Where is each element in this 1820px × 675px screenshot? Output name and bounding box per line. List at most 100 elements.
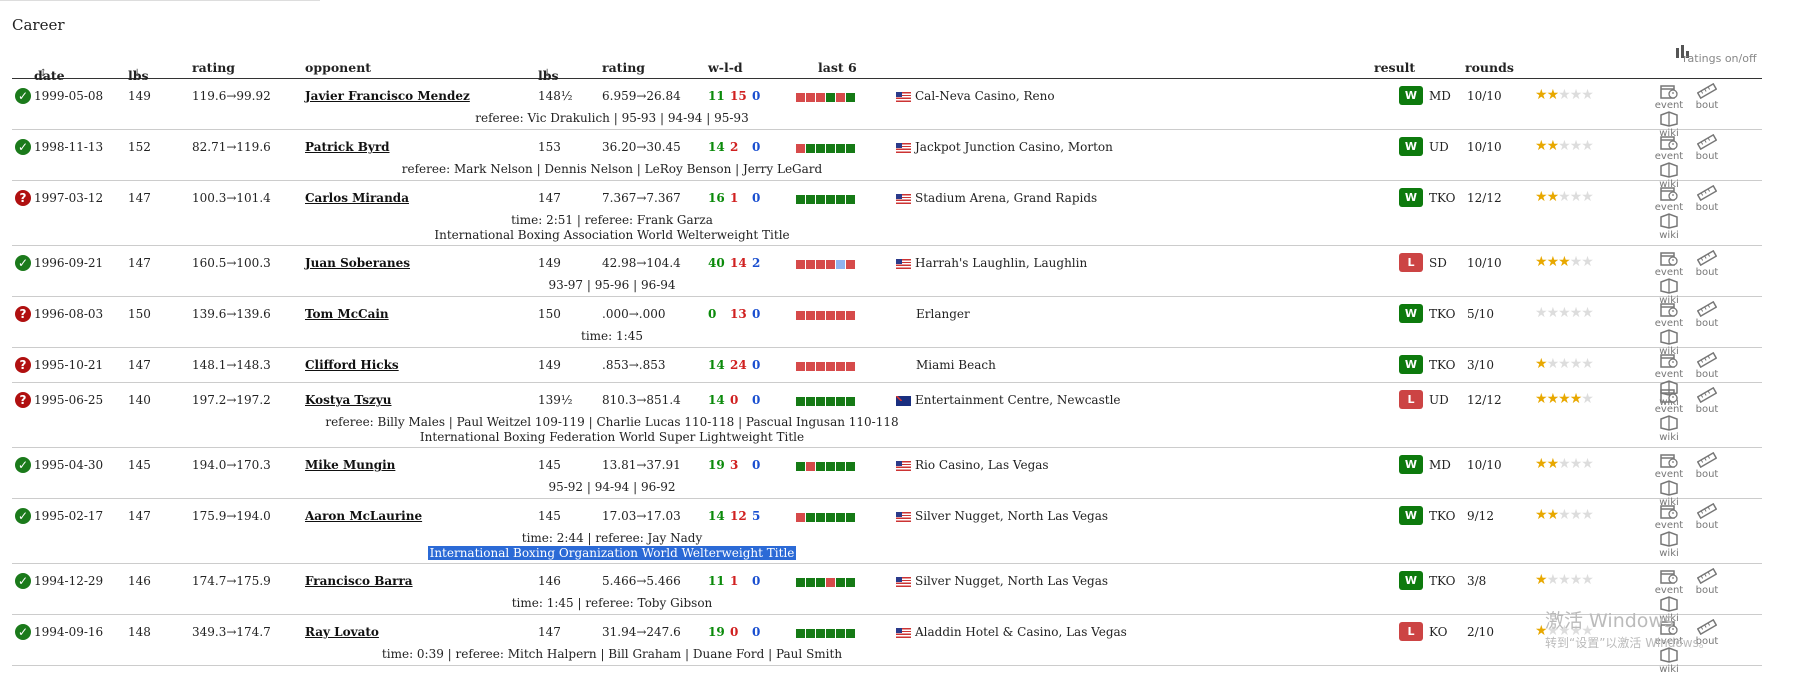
event-button[interactable]: event xyxy=(1650,83,1688,111)
check-icon: ✓ xyxy=(15,573,31,589)
bout-rating: 148.1→148.3 xyxy=(192,358,271,372)
ruler-icon xyxy=(1688,352,1726,368)
bout-button[interactable]: bout xyxy=(1688,301,1726,329)
result-badge: W xyxy=(1399,137,1423,156)
bout-button[interactable]: bout xyxy=(1688,503,1726,531)
result-badge: W xyxy=(1399,571,1423,590)
opponent-rating: 17.03→17.03 xyxy=(602,509,681,523)
opponent-record: 11 15 0 xyxy=(708,89,774,103)
bout-button[interactable]: bout xyxy=(1688,452,1726,480)
watermark-line2: 转到“设置”以激活 Windows。 xyxy=(1545,636,1711,650)
venue: Rio Casino, Las Vegas xyxy=(896,458,1049,472)
event-button[interactable]: event xyxy=(1650,250,1688,278)
sort-down-icon: ↓ xyxy=(133,68,142,79)
opponent-link[interactable]: Tom McCain xyxy=(305,307,389,321)
bout-details-line: referee: Billy Males | Paul Weitzel 109-… xyxy=(325,415,899,429)
bout-details-line: time: 2:51 | referee: Frank Garza xyxy=(511,213,713,227)
opponent-link[interactable]: Patrick Byrd xyxy=(305,140,390,154)
bout-button[interactable]: bout xyxy=(1688,83,1726,111)
bout-button[interactable]: bout xyxy=(1688,387,1726,415)
last6-loss xyxy=(796,260,805,269)
last6-win xyxy=(846,93,855,102)
record-draws: 0 xyxy=(752,358,761,372)
last6-win xyxy=(836,195,845,204)
last6-win xyxy=(796,195,805,204)
ratings-toggle[interactable]: ratings on/off xyxy=(1623,44,1757,65)
opponent-rating: .853→.853 xyxy=(602,358,666,372)
table-row: ✓ 1994-12-29 146 174.7→175.9 Francisco Barra… xyxy=(12,564,1762,624)
table-row: ? 1996-08-03 150 139.6→139.6 Tom McCain 150 .0… xyxy=(12,297,1762,357)
opponent-link[interactable]: Ray Lovato xyxy=(305,625,379,639)
wiki-button[interactable]: wiki xyxy=(1650,213,1688,241)
event-button[interactable]: event xyxy=(1650,352,1688,380)
bout-button[interactable]: bout xyxy=(1688,134,1726,162)
bout-details-line: referee: Mark Nelson | Dennis Nelson | L… xyxy=(401,162,823,176)
ruler-icon xyxy=(1688,301,1726,317)
table-row: ✓ 1999-05-08 149 119.6→99.92 Javier Francisc… xyxy=(12,79,1762,139)
wiki-button[interactable]: wiki xyxy=(1650,531,1688,559)
wiki-button[interactable]: wiki xyxy=(1650,415,1688,443)
opponent-link[interactable]: Clifford Hicks xyxy=(305,358,399,372)
record-draws: 0 xyxy=(752,191,761,205)
record-losses: 1 xyxy=(730,191,739,205)
bout-button[interactable]: bout xyxy=(1688,352,1726,380)
bout-date: 1995-06-25 xyxy=(34,393,104,407)
event-button[interactable]: event xyxy=(1650,387,1688,415)
bout-rounds: 3/10 xyxy=(1467,358,1494,372)
result-badge: W xyxy=(1399,86,1423,105)
event-button[interactable]: event xyxy=(1650,503,1688,531)
opponent-link[interactable]: Mike Mungin xyxy=(305,458,395,472)
last6-win xyxy=(846,513,855,522)
event-button[interactable]: event xyxy=(1650,568,1688,596)
bout-rating: 175.9→194.0 xyxy=(192,509,271,523)
star-rating: ★★★★★ xyxy=(1535,305,1594,321)
opponent-rating: 810.3→851.4 xyxy=(602,393,681,407)
bout-button[interactable]: bout xyxy=(1688,250,1726,278)
wiki-button[interactable]: wiki xyxy=(1650,647,1688,675)
last6-loss xyxy=(836,362,845,371)
bout-rounds: 10/10 xyxy=(1467,458,1502,472)
table-row: ✓ 1995-04-30 145 194.0→170.3 Mike Mungin 145 1… xyxy=(12,448,1762,508)
ruler-icon xyxy=(1688,83,1726,99)
record-wins: 14 xyxy=(708,140,725,154)
event-button[interactable]: event xyxy=(1650,452,1688,480)
opponent-link[interactable]: Kostya Tszyu xyxy=(305,393,392,407)
opponent-link[interactable]: Javier Francisco Mendez xyxy=(305,89,470,103)
result-method: UD xyxy=(1429,140,1449,154)
bout-date: 1997-03-12 xyxy=(34,191,104,205)
table-row: ? 1995-10-21 147 148.1→148.3 Clifford Hicks 1… xyxy=(12,348,1762,408)
us-flag-icon xyxy=(896,193,911,204)
event-button[interactable]: event xyxy=(1650,134,1688,162)
last6-win xyxy=(816,195,825,204)
ratings-toggle-label: ratings on/off xyxy=(1683,52,1757,65)
record-losses: 14 xyxy=(730,256,747,270)
opponent-link[interactable]: Francisco Barra xyxy=(305,574,413,588)
result-badge: W xyxy=(1399,355,1423,374)
opponent-link[interactable]: Aaron McLaurine xyxy=(305,509,422,523)
record-losses: 12 xyxy=(730,509,747,523)
bout-button[interactable]: bout xyxy=(1688,568,1726,596)
bout-button[interactable]: bout xyxy=(1688,185,1726,213)
venue: Aladdin Hotel & Casino, Las Vegas xyxy=(896,625,1127,639)
event-button[interactable]: event xyxy=(1650,185,1688,213)
opponent-link[interactable]: Carlos Miranda xyxy=(305,191,409,205)
opponent-link[interactable]: Juan Soberanes xyxy=(305,256,410,270)
header-rating: rating xyxy=(192,60,236,75)
last6-win xyxy=(836,144,845,153)
book-icon xyxy=(1650,329,1688,345)
last6-win xyxy=(806,578,815,587)
last6-loss xyxy=(816,311,825,320)
venue-text: Cal-Neva Casino, Reno xyxy=(915,89,1055,103)
venue-text: Miami Beach xyxy=(916,358,996,372)
last6-loss xyxy=(846,362,855,371)
last6-loss xyxy=(836,93,845,102)
star-rating: ★★★★★ xyxy=(1535,391,1594,407)
question-icon: ? xyxy=(15,190,31,206)
opponent-rating: 42.98→104.4 xyxy=(602,256,681,270)
event-button[interactable]: event xyxy=(1650,301,1688,329)
last6-bar xyxy=(796,510,856,524)
record-draws: 5 xyxy=(752,509,761,523)
last6-win xyxy=(806,144,815,153)
bout-date: 1995-02-17 xyxy=(34,509,104,523)
last6-loss xyxy=(846,260,855,269)
